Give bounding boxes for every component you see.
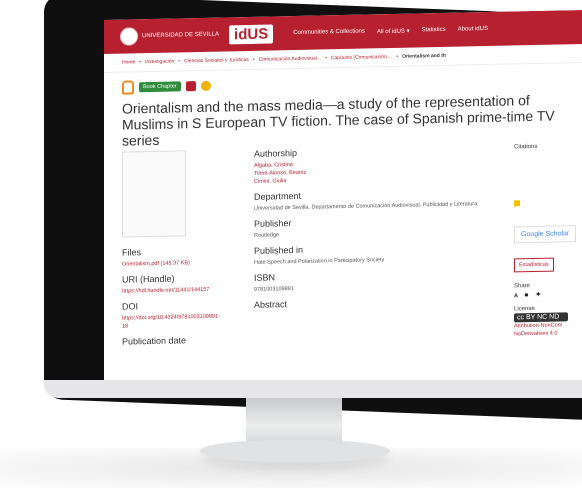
- mendeley-icon[interactable]: ѧ: [514, 290, 518, 299]
- repo-logo[interactable]: idUS: [229, 23, 274, 44]
- seal-icon: [120, 27, 138, 46]
- google-scholar-button[interactable]: Google Scholar: [514, 225, 577, 244]
- crumb-investigacion[interactable]: Investigación: [145, 59, 174, 66]
- page-title: Orientalism and the mass media—a study o…: [122, 92, 555, 149]
- twitter-icon[interactable]: ✦: [535, 290, 542, 299]
- left-column: Files Orientalism.pdf (145.37 KB) URI (H…: [122, 150, 222, 350]
- crumb-current: Orientalism and th: [402, 52, 446, 60]
- university-logo[interactable]: UNIVERSIDAD DE SEVILLA: [120, 26, 219, 46]
- nav-statistics[interactable]: Statistics: [422, 26, 446, 34]
- middle-column: Authorship Algaba, Cristina Tomé-Alonso,…: [254, 144, 484, 313]
- nav-all-idus[interactable]: All of idUS ▾: [377, 27, 410, 35]
- university-name: UNIVERSIDAD DE SEVILLA: [142, 31, 220, 40]
- type-badge: Book Chapter: [139, 81, 181, 93]
- monitor-stand-foot: [200, 440, 390, 462]
- main-nav: Communities & Collections All of idUS ▾ …: [293, 25, 488, 36]
- monitor-chin: [44, 380, 582, 398]
- right-column: Citations Google Scholar Estadísticas Sh…: [514, 142, 582, 338]
- nav-about[interactable]: About idUS: [458, 25, 488, 33]
- github-icon[interactable]: ●: [524, 290, 529, 299]
- crumb-home[interactable]: Home: [122, 59, 135, 65]
- dimensions-badge[interactable]: [514, 200, 520, 207]
- uri-heading: URI (Handle): [122, 273, 175, 285]
- crumb-comunicacion[interactable]: Comunicación Audiovisual...: [259, 55, 322, 62]
- doi-heading: DOI: [122, 301, 139, 312]
- monitor-stand-neck: [246, 398, 342, 444]
- files-heading: Files: [122, 247, 142, 258]
- crumb-ciencias[interactable]: Ciencias Sociales y Jurídicas: [184, 57, 249, 64]
- license-link[interactable]: Attribution-NonCom NoDerivatives 4.0: [514, 321, 582, 338]
- pubdate-heading: Publication date: [122, 335, 187, 347]
- open-access-icon: [122, 80, 134, 95]
- nav-communities[interactable]: Communities & Collections: [293, 28, 365, 37]
- pdf-icon: [185, 81, 196, 92]
- authorship-heading: Authorship: [254, 147, 298, 159]
- altmetric-icon: [200, 80, 211, 91]
- statistics-button[interactable]: Estadísticas: [514, 257, 554, 273]
- screen: UNIVERSIDAD DE SEVILLA idUS Communities …: [104, 9, 582, 392]
- crumb-capitulos[interactable]: Capítulos (Comunicación ...: [331, 54, 392, 61]
- document-thumbnail[interactable]: [122, 150, 186, 238]
